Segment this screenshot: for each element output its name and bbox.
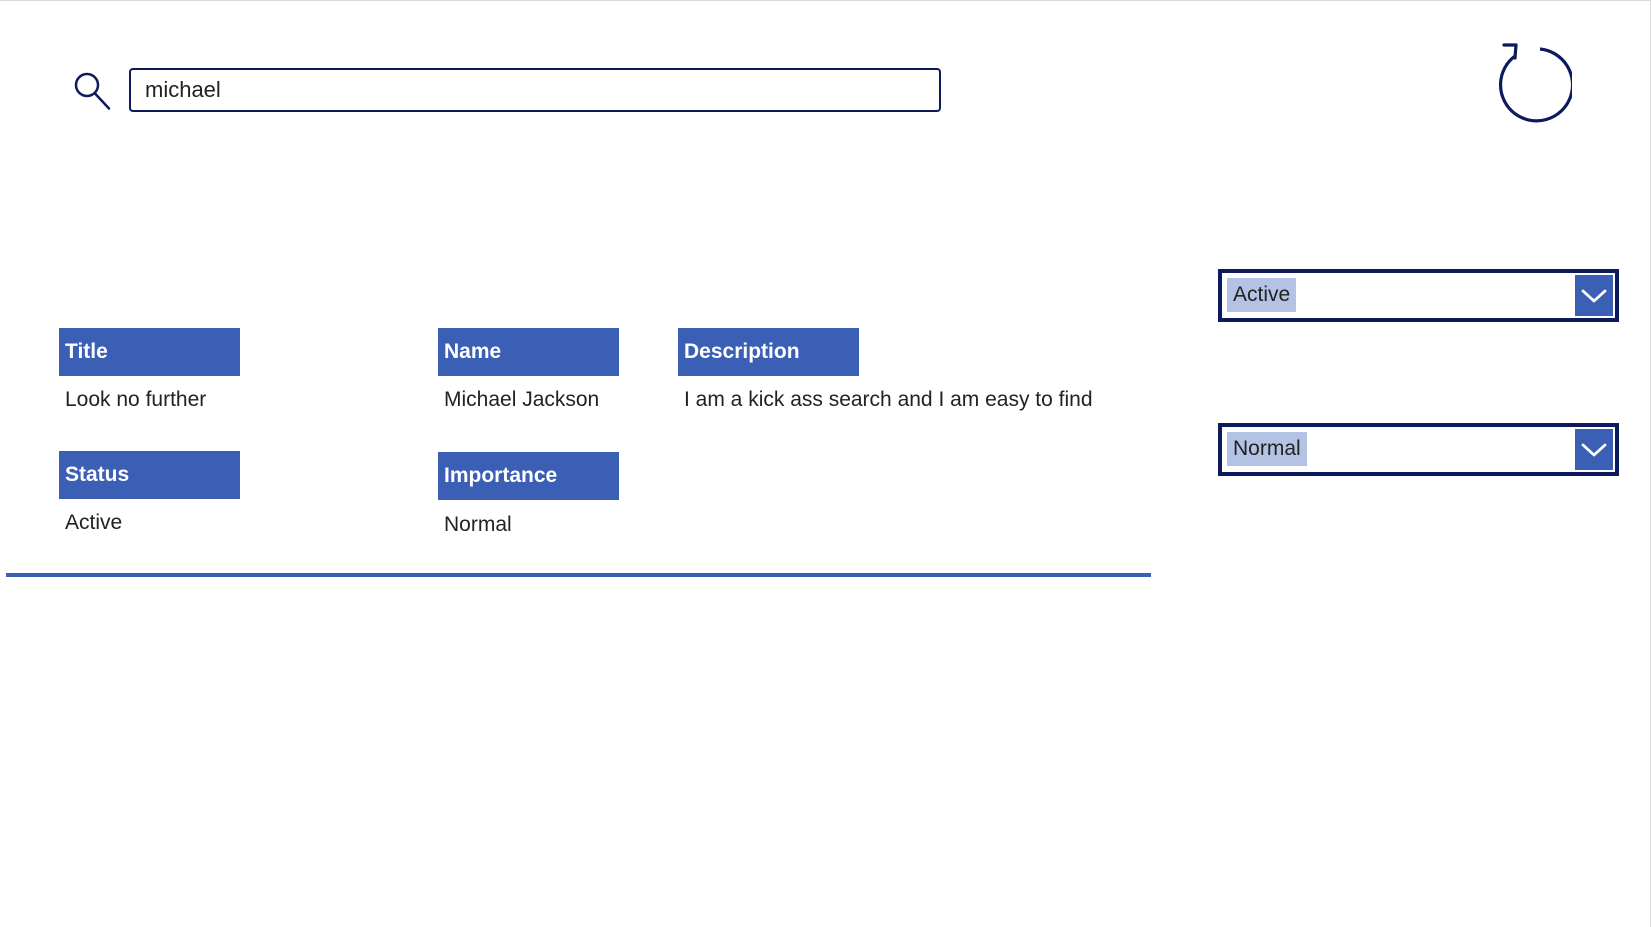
title-label: Title <box>59 328 240 376</box>
description-value: I am a kick ass search and I am easy to … <box>684 388 1093 411</box>
importance-dropdown-value: Normal <box>1227 432 1307 466</box>
importance-dropdown[interactable]: Normal <box>1218 423 1619 476</box>
search-input[interactable] <box>129 68 941 112</box>
importance-label: Importance <box>438 452 619 500</box>
search-icon <box>74 72 111 110</box>
description-label: Description <box>678 328 859 376</box>
title-value: Look no further <box>65 388 207 411</box>
gallery-divider <box>6 573 1151 577</box>
importance-value: Normal <box>444 513 512 536</box>
chevron-down-icon[interactable] <box>1575 275 1613 316</box>
status-dropdown-value: Active <box>1227 278 1297 312</box>
status-value: Active <box>65 511 123 534</box>
window-top-border <box>0 0 1651 1</box>
name-value: Michael Jackson <box>444 388 600 411</box>
refresh-icon[interactable] <box>1488 40 1572 124</box>
chevron-down-icon[interactable] <box>1575 429 1613 470</box>
status-dropdown[interactable]: Active <box>1218 269 1619 322</box>
name-label: Name <box>438 328 619 376</box>
status-label: Status <box>59 451 240 499</box>
